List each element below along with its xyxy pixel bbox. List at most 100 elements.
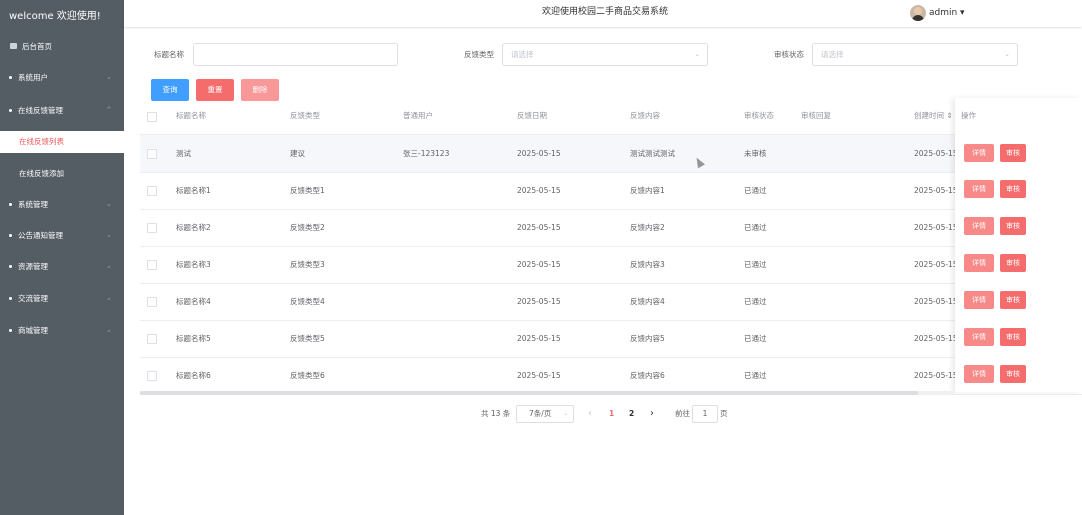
cell-created: 2025-05-15 — [914, 223, 958, 232]
sidebar-subitem-label: 在线反馈列表 — [19, 137, 64, 146]
page-title: 欢迎使用校园二手商品交易系统 — [542, 7, 669, 17]
chevron-down-icon: ⌄ — [106, 294, 112, 302]
prev-page-button[interactable]: ‹ — [588, 405, 592, 423]
type-filter-select[interactable]: 请选择 ⌄ — [502, 43, 708, 66]
status-filter-select[interactable]: 请选择 ⌄ — [812, 43, 1018, 66]
row-checkbox[interactable] — [147, 223, 157, 233]
cell-status: 已通过 — [744, 223, 767, 232]
goto-label: 前往 — [675, 409, 690, 418]
cell-date: 2025-05-15 — [517, 334, 561, 343]
sidebar: welcome 欢迎使用! 后台首页 系统用户 ⌄ 在线反馈管理 ^ 在线反馈列… — [0, 0, 124, 515]
table-row[interactable]: 标题名称5 反馈类型5 2025-05-15 反馈内容5 已通过 2025-05… — [140, 320, 1082, 358]
cell-date: 2025-05-15 — [517, 186, 561, 195]
audit-button[interactable]: 审核 — [1000, 217, 1026, 235]
cell-content: 测试测试测试 — [630, 149, 675, 158]
detail-button[interactable]: 详情 — [964, 365, 994, 383]
cell-created: 2025-05-15 — [914, 334, 958, 343]
next-page-button[interactable]: › — [650, 405, 654, 423]
table-header: 标题名称 反馈类型 普通用户 反馈日期 反馈内容 审核状态 审核回复 创建时间 … — [140, 98, 1082, 135]
sidebar-item-system-management[interactable]: 系统管理 ⌄ — [0, 189, 124, 220]
detail-button[interactable]: 详情 — [964, 328, 994, 346]
chevron-down-icon: ⌄ — [106, 326, 112, 334]
cell-date: 2025-05-15 — [517, 260, 561, 269]
sidebar-subitem-feedback-add[interactable]: 在线反馈添加 — [0, 158, 124, 189]
audit-button[interactable]: 审核 — [1000, 180, 1026, 198]
chevron-down-icon: ⌄ — [106, 262, 112, 270]
sidebar-item-communication[interactable]: 交流管理 ⌄ — [0, 283, 124, 314]
operations-column: 操作 详情 审核 详情 审核 详情 审核 详情 审核 详情 审核 详情 审核 详… — [955, 98, 1082, 392]
sidebar-item-label: 系统管理 — [18, 200, 48, 209]
row-checkbox[interactable] — [147, 149, 157, 159]
table-row[interactable]: 标题名称6 反馈类型6 2025-05-15 反馈内容6 已通过 2025-05… — [140, 357, 1082, 395]
sidebar-item-home[interactable]: 后台首页 — [0, 31, 124, 62]
sidebar-item-system-users[interactable]: 系统用户 ⌄ — [0, 62, 124, 93]
top-header: 欢迎使用校园二手商品交易系统 admin ▾ — [124, 0, 1082, 27]
detail-button[interactable]: 详情 — [964, 291, 994, 309]
user-menu[interactable]: admin ▾ — [929, 0, 965, 26]
audit-button[interactable]: 审核 — [1000, 365, 1026, 383]
cell-created: 2025-05-15 — [914, 186, 958, 195]
pagination-total: 共 13 条 — [481, 409, 511, 418]
avatar-body — [912, 15, 924, 21]
column-header-status: 审核状态 — [744, 111, 774, 120]
bullet-icon — [9, 234, 12, 237]
audit-button[interactable]: 审核 — [1000, 144, 1026, 162]
table-row[interactable]: 测试 建议 张三-123123 2025-05-15 测试测试测试 未审核 20… — [140, 135, 1082, 173]
sidebar-item-feedback-management[interactable]: 在线反馈管理 ^ — [0, 95, 124, 126]
title-filter-input[interactable] — [193, 43, 398, 66]
table-row[interactable]: 标题名称1 反馈类型1 2025-05-15 反馈内容1 已通过 2025-05… — [140, 172, 1082, 210]
table-row[interactable]: 标题名称3 反馈类型3 2025-05-15 反馈内容3 已通过 2025-05… — [140, 246, 1082, 284]
cell-type: 反馈类型3 — [290, 260, 325, 269]
sidebar-subitem-label: 在线反馈添加 — [19, 169, 64, 178]
cell-status: 已通过 — [744, 186, 767, 195]
column-header-title: 标题名称 — [176, 111, 206, 120]
row-checkbox[interactable] — [147, 186, 157, 196]
cell-status: 已通过 — [744, 334, 767, 343]
bullet-icon — [9, 109, 12, 112]
row-checkbox[interactable] — [147, 260, 157, 270]
title-filter-label: 标题名称 — [154, 50, 184, 59]
detail-button[interactable]: 详情 — [964, 217, 994, 235]
table-row[interactable]: 标题名称2 反馈类型2 2025-05-15 反馈内容2 已通过 2025-05… — [140, 209, 1082, 247]
cell-title: 测试 — [176, 149, 191, 158]
chevron-down-icon: ⌄ — [106, 200, 112, 208]
cell-date: 2025-05-15 — [517, 223, 561, 232]
page-size-select[interactable]: 7条/页 ⌄ — [516, 405, 574, 423]
detail-button[interactable]: 详情 — [964, 180, 994, 198]
sidebar-subitem-feedback-list[interactable]: 在线反馈列表 — [0, 131, 124, 153]
table-horizontal-scrollbar[interactable] — [140, 391, 955, 395]
cell-content: 反馈内容5 — [630, 334, 665, 343]
audit-button[interactable]: 审核 — [1000, 328, 1026, 346]
cell-type: 建议 — [290, 149, 305, 158]
goto-page-input[interactable]: 1 — [692, 405, 718, 423]
avatar[interactable] — [910, 5, 926, 21]
detail-button[interactable]: 详情 — [964, 254, 994, 272]
cell-content: 反馈内容4 — [630, 297, 665, 306]
detail-button[interactable]: 详情 — [964, 144, 994, 162]
row-checkbox[interactable] — [147, 371, 157, 381]
scrollbar-thumb[interactable] — [140, 391, 918, 395]
column-header-created[interactable]: 创建时间 ⇕ — [914, 98, 953, 134]
cell-content: 反馈内容1 — [630, 186, 665, 195]
sidebar-item-resources[interactable]: 资源管理 ⌄ — [0, 251, 124, 282]
row-checkbox[interactable] — [147, 297, 157, 307]
table-row[interactable]: 标题名称4 反馈类型4 2025-05-15 反馈内容4 已通过 2025-05… — [140, 283, 1082, 321]
page-number-current[interactable]: 1 — [609, 405, 614, 423]
sidebar-item-label: 公告通知管理 — [18, 231, 63, 240]
cell-content: 反馈内容6 — [630, 371, 665, 380]
page-size-value: 7条/页 — [529, 409, 552, 418]
audit-button[interactable]: 审核 — [1000, 254, 1026, 272]
sidebar-item-mall[interactable]: 商城管理 ⌄ — [0, 315, 124, 346]
audit-button[interactable]: 审核 — [1000, 291, 1026, 309]
row-checkbox[interactable] — [147, 334, 157, 344]
page-number[interactable]: 2 — [629, 405, 634, 423]
sidebar-item-announcements[interactable]: 公告通知管理 ⌄ — [0, 220, 124, 251]
select-all-checkbox[interactable] — [147, 112, 157, 122]
sidebar-item-label: 资源管理 — [18, 262, 48, 271]
cell-title: 标题名称5 — [176, 334, 211, 343]
cell-title: 标题名称6 — [176, 371, 211, 380]
cell-title: 标题名称3 — [176, 260, 211, 269]
home-icon — [10, 43, 17, 49]
cell-type: 反馈类型5 — [290, 334, 325, 343]
sidebar-item-label: 在线反馈管理 — [18, 106, 63, 115]
